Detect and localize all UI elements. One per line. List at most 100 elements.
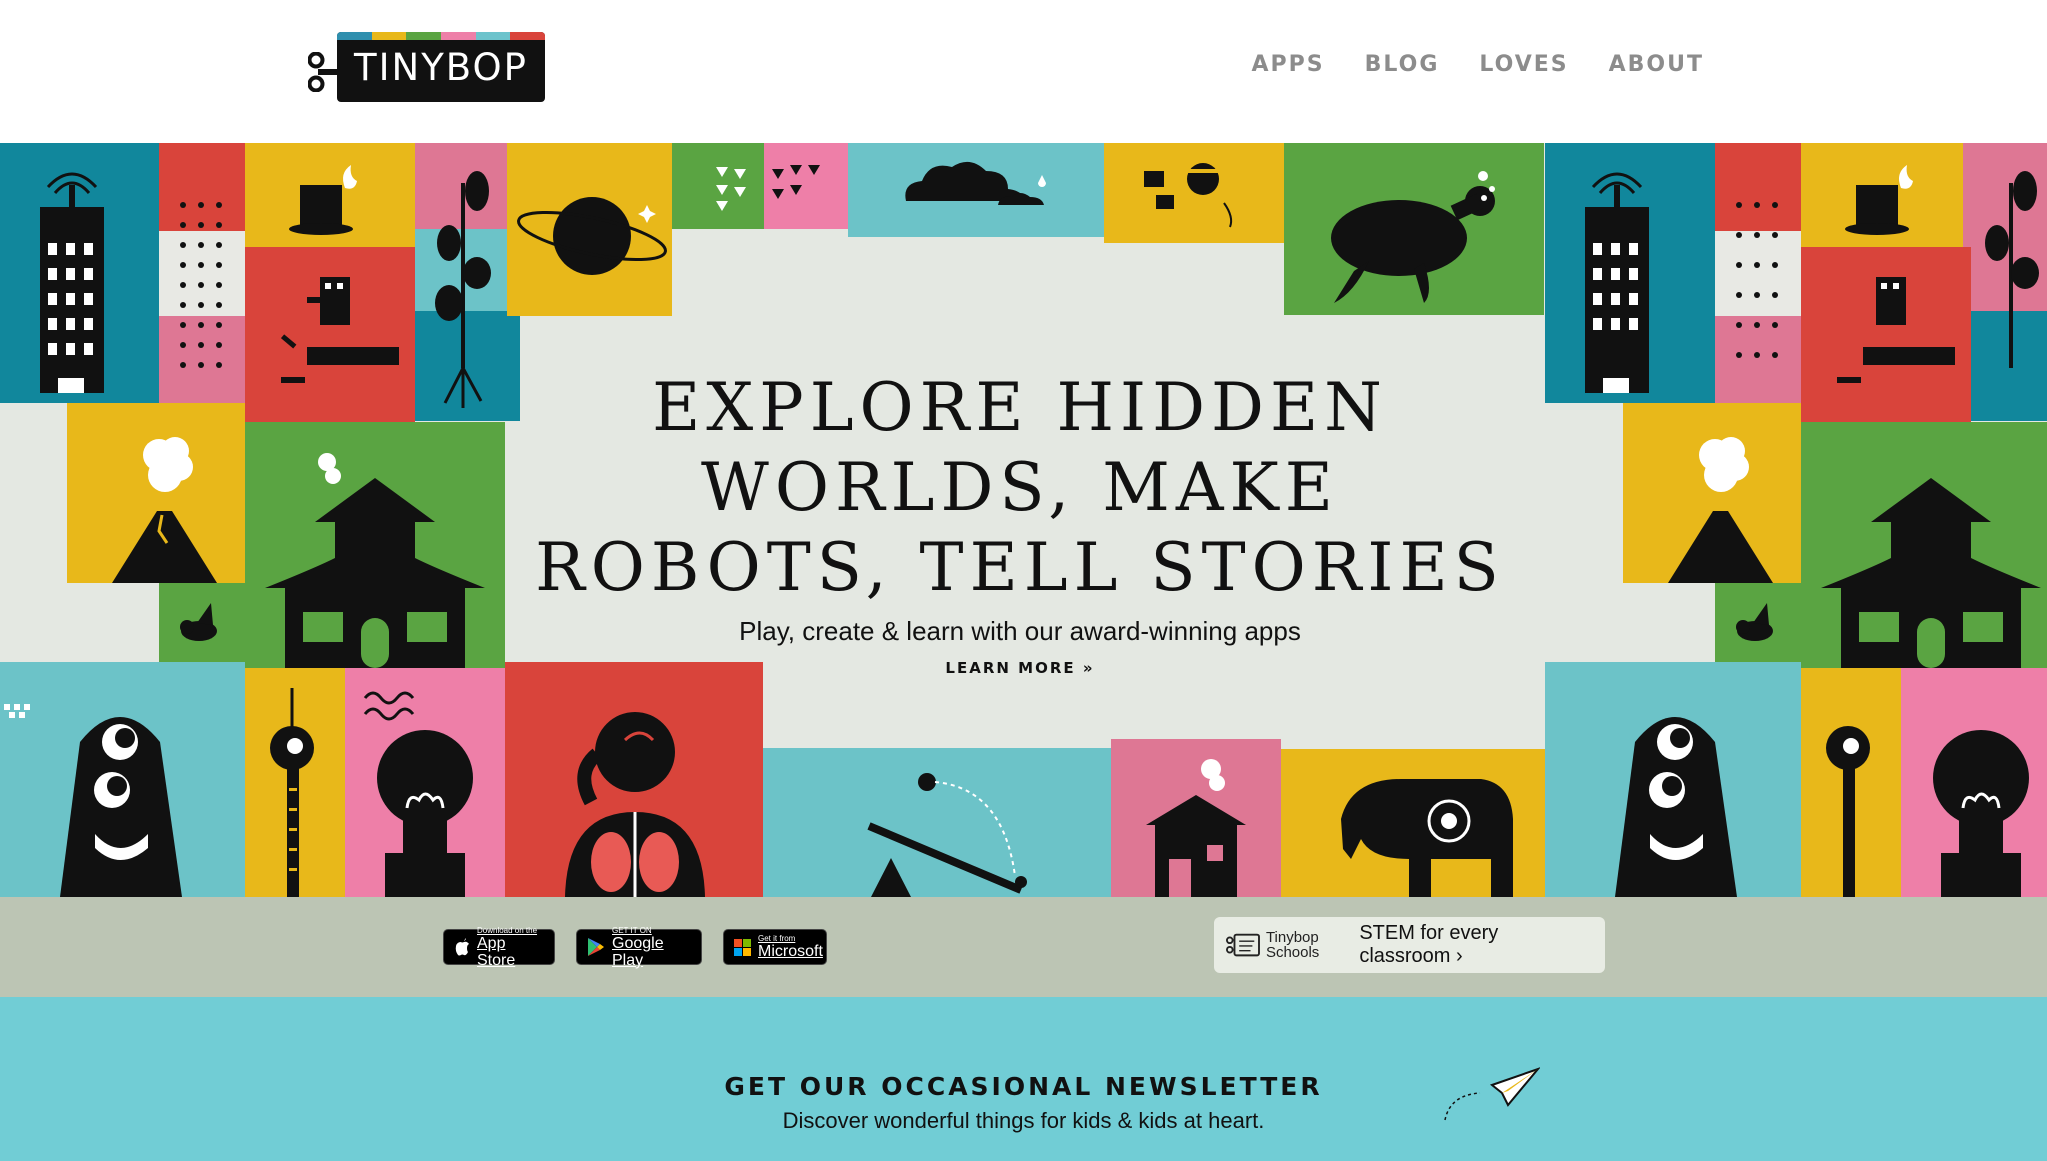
badge-small-text: GET IT ON <box>612 925 652 935</box>
bird-icon <box>180 603 217 641</box>
characters-icon <box>1144 163 1233 228</box>
anatomy-icon <box>565 712 705 897</box>
nav-about[interactable]: ABOUT <box>1609 52 1704 77</box>
tile-plant-right <box>1963 143 2047 421</box>
tile-lightbulb-right <box>1901 668 2047 897</box>
google-play-badge[interactable]: GET IT ON Google Play <box>576 925 702 969</box>
tile-anatomy <box>505 662 763 897</box>
tile-plant <box>415 143 520 421</box>
top-hat-icon <box>289 165 357 235</box>
store-badges-bar: Download on the App Store GET IT ON Google… <box>0 897 2047 997</box>
microsoft-text: Get it from Microsoft <box>758 934 823 960</box>
monster-icon <box>1615 717 1737 897</box>
skyscraper-icon <box>40 172 104 393</box>
tile-planet <box>507 143 672 316</box>
tile-robot-ladder <box>245 668 345 897</box>
badge-big-text: Google Play <box>612 934 664 969</box>
plant-icon <box>1985 171 2039 368</box>
tile-characters <box>1104 143 1284 243</box>
schools-logo-icon <box>1226 933 1260 957</box>
apple-icon <box>455 937 469 955</box>
tile-cloud <box>848 143 1104 237</box>
monster-icon <box>4 704 182 897</box>
hero-subtitle: Play, create & learn with our award-winn… <box>739 616 1301 646</box>
tinybop-schools-link[interactable]: Tinybop Schools STEM for every classroom … <box>1214 917 1605 973</box>
robot-ladder-icon <box>270 688 314 897</box>
logo-text: TINYBOP <box>354 46 528 89</box>
nav-blog[interactable]: BLOG <box>1365 52 1440 77</box>
tile-skyscraper <box>0 143 159 403</box>
badge-small-text: Download on the <box>477 925 538 935</box>
newsletter-section: GET OUR OCCASIONAL NEWSLETTER Discover w… <box>0 997 2047 1161</box>
tile-top-hat <box>245 143 422 247</box>
tile-skyscraper-right <box>1545 143 1715 403</box>
tile-bird-right <box>1715 583 1801 668</box>
logo-stripe <box>510 32 545 40</box>
pagoda-icon <box>1821 478 2041 668</box>
seesaw-icon <box>867 773 1027 897</box>
bird-icon <box>1736 603 1773 641</box>
app-store-text: Download on the App Store <box>477 926 544 969</box>
tile-lightbulb <box>345 668 505 897</box>
dots-pattern-icon <box>180 202 222 368</box>
tile-top-hat-right <box>1801 143 1963 247</box>
badge-big-text: Microsoft <box>758 943 823 960</box>
badge-small-text: Get it from <box>758 934 796 943</box>
tile-pagoda-right <box>1801 422 2047 668</box>
tile-monster-right <box>1545 662 1801 897</box>
volcano-icon <box>112 437 217 583</box>
turtle-icon <box>1331 171 1495 303</box>
tile-triangles <box>672 143 764 229</box>
hero-title: EXPLORE HIDDEN WORLDS, MAKE ROBOTS, TELL… <box>520 368 1520 608</box>
logo-stripe <box>441 32 476 40</box>
paper-plane-icon <box>1444 1067 1540 1121</box>
tile-house <box>1111 739 1281 897</box>
windows-icon <box>734 938 751 956</box>
newsletter-subtitle: Discover wonderful things for kids & kid… <box>782 1108 1265 1133</box>
lightbulb-icon <box>1933 730 2029 897</box>
logo-color-stripes <box>337 32 545 40</box>
tile-robot-bricks-right <box>1801 247 1971 422</box>
logo-stripe <box>337 32 372 40</box>
triangles-pattern-icon <box>772 165 820 199</box>
tile-elephant <box>1281 749 1545 897</box>
tinybop-logo[interactable]: TINYBOP <box>308 32 548 104</box>
nav-apps[interactable]: APPS <box>1251 52 1324 77</box>
tile-robot-ladder-right <box>1801 668 1901 897</box>
robot-icon <box>280 277 399 383</box>
play-store-icon <box>588 938 604 956</box>
dots-pattern-icon <box>1736 202 1778 358</box>
schools-logo-text: Tinybop Schools <box>1266 930 1319 960</box>
tile-triangles-pink <box>764 143 848 229</box>
wind-up-key-icon <box>308 52 338 92</box>
pagoda-icon <box>265 453 485 668</box>
planet-icon <box>517 197 667 275</box>
logo-stripe <box>475 32 511 40</box>
tile-bird <box>159 583 245 668</box>
tile-turtle <box>1284 143 1544 315</box>
learn-more-link[interactable]: LEARN MORE » <box>945 659 1094 677</box>
volcano-icon <box>1668 437 1773 583</box>
microsoft-badge[interactable]: Get it from Microsoft <box>723 929 827 965</box>
elephant-icon <box>1341 779 1513 897</box>
tile-dots <box>159 143 245 403</box>
hero-title-line: ROBOTS, TELL STORIES <box>535 529 1505 606</box>
tile-pagoda <box>245 422 505 668</box>
robot-icon <box>1837 277 1955 383</box>
badge-big-text: App Store <box>477 934 516 969</box>
newsletter-title: GET OUR OCCASIONAL NEWSLETTER <box>724 1072 1323 1101</box>
schools-tagline: STEM for every classroom › <box>1359 922 1499 967</box>
main-nav: APPS BLOG LOVES ABOUT <box>1251 52 1704 77</box>
site-header: TINYBOP APPS BLOG LOVES ABOUT <box>0 0 2047 143</box>
tile-seesaw <box>763 748 1111 897</box>
triangles-pattern-icon <box>716 167 746 211</box>
app-store-badge[interactable]: Download on the App Store <box>443 926 555 969</box>
tile-dots-right <box>1715 143 1801 403</box>
cloud-icon <box>905 161 1046 205</box>
plant-icon <box>435 171 491 408</box>
nav-loves[interactable]: LOVES <box>1479 52 1568 77</box>
schools-logo-line: Schools <box>1265 944 1320 961</box>
tile-volcano-right <box>1623 403 1801 583</box>
logo-box: TINYBOP <box>337 32 545 102</box>
hero-banner: EXPLORE HIDDEN WORLDS, MAKE ROBOTS, TELL… <box>0 143 2047 897</box>
